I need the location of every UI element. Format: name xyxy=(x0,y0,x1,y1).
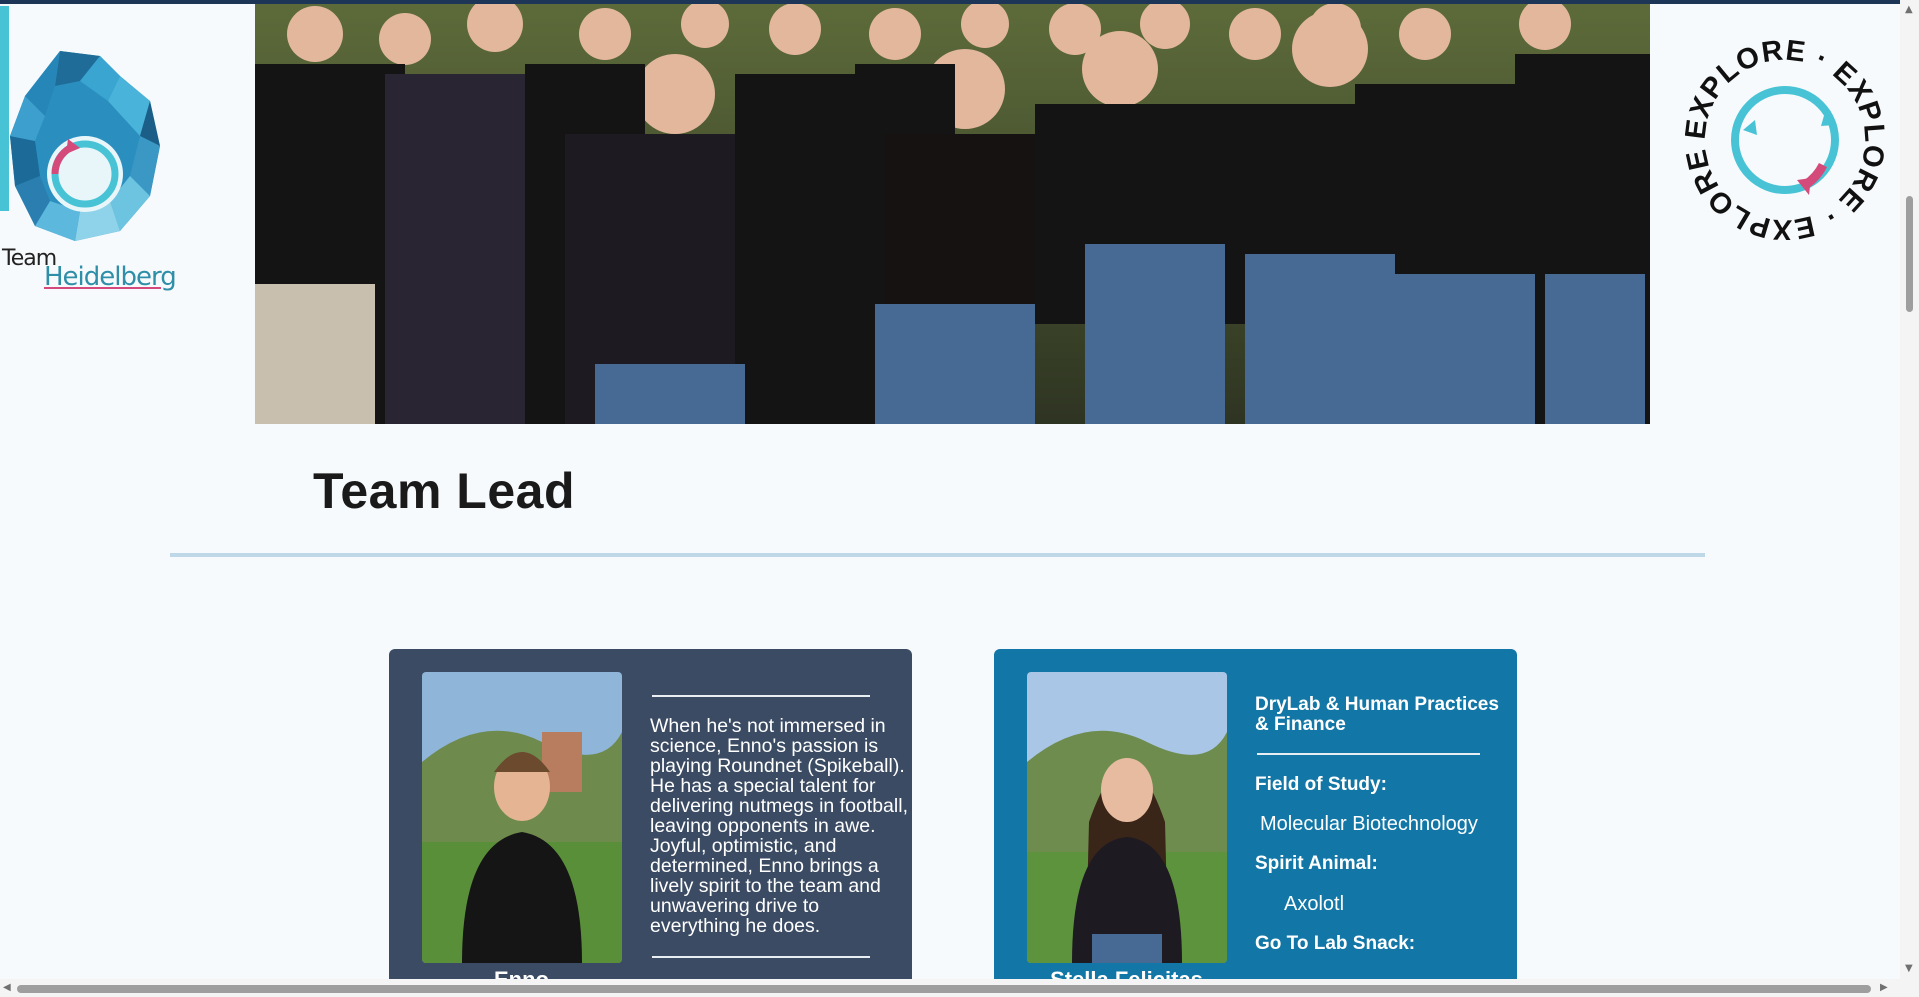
bio-top-rule xyxy=(652,695,870,697)
section-divider xyxy=(170,553,1705,557)
logo-city-text: Heidelberg xyxy=(44,262,177,292)
scroll-down-icon[interactable]: ▼ xyxy=(1905,963,1913,974)
team-card-enno[interactable]: Enno When he's not immersed in science, … xyxy=(389,649,912,989)
member-info: DryLab & Human Practices & Finance xyxy=(1255,695,1517,735)
field-of-study-label: Field of Study: xyxy=(1255,774,1387,795)
info-rule xyxy=(1257,753,1480,755)
bio-bottom-rule xyxy=(652,956,870,958)
profile-photo-stella xyxy=(1027,672,1227,963)
profile-photo-enno xyxy=(422,672,622,963)
member-role: DryLab & Human Practices & Finance xyxy=(1255,694,1499,735)
member-bio: When he's not immersed in science, Enno'… xyxy=(650,715,908,937)
polygon-spiral-logo-icon xyxy=(10,51,160,241)
vertical-scrollbar[interactable]: ▲ ▼ xyxy=(1900,0,1919,997)
horizontal-scroll-thumb[interactable] xyxy=(17,985,1871,993)
recycle-circle-icon: EXPLORE · EXPLORE · EXPLORE · xyxy=(1680,15,1890,245)
explore-badge: EXPLORE · EXPLORE · EXPLORE · xyxy=(1680,15,1890,245)
spirit-animal-value: Axolotl xyxy=(1284,893,1345,915)
scroll-left-icon[interactable]: ◀ xyxy=(3,982,11,993)
page-title: Team Lead xyxy=(313,463,575,519)
scroll-right-icon[interactable]: ▶ xyxy=(1880,982,1888,993)
field-of-study-value: Molecular Biotechnology xyxy=(1260,813,1478,835)
scroll-up-icon[interactable]: ▲ xyxy=(1905,4,1913,15)
svg-text:EXPLORE · EXPLORE · EXPLORE ·: EXPLORE · EXPLORE · EXPLORE · xyxy=(1685,40,1885,240)
team-group-photo xyxy=(255,4,1650,424)
lab-snack-label: Go To Lab Snack: xyxy=(1255,933,1416,954)
vertical-scroll-thumb[interactable] xyxy=(1906,196,1913,312)
team-heidelberg-logo[interactable]: Team Heidelberg xyxy=(0,6,177,292)
explore-text: EXPLORE · EXPLORE · EXPLORE · xyxy=(1680,15,1890,245)
spirit-animal-label: Spirit Animal: xyxy=(1255,853,1378,874)
horizontal-scrollbar[interactable]: ◀ ▶ xyxy=(0,979,1900,997)
team-card-stella[interactable]: Stella Felicitas DryLab & Human Practice… xyxy=(994,649,1517,989)
